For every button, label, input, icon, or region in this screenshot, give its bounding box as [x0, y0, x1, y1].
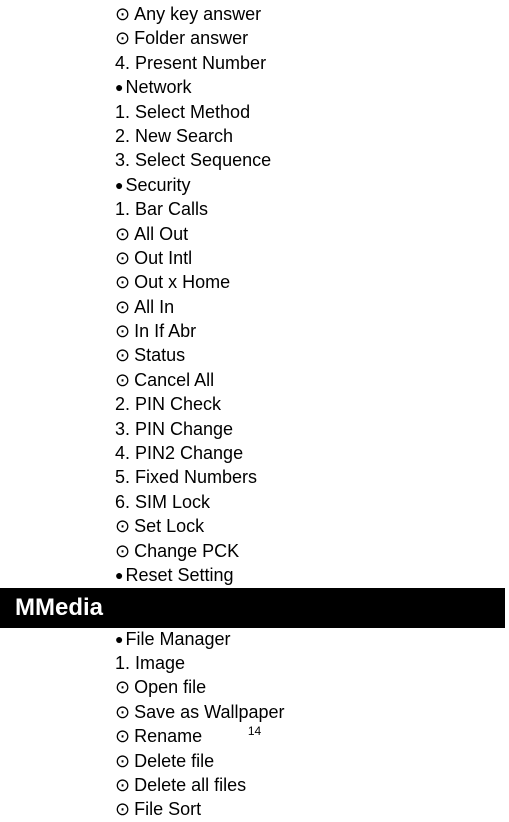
list-item: 4. PIN2 Change: [115, 442, 509, 465]
list-item: All In: [115, 296, 509, 319]
item-text: Any key answer: [134, 3, 261, 26]
list-item: Change PCK: [115, 540, 509, 563]
item-text: Folder answer: [134, 27, 248, 50]
circle-dot-icon: [115, 271, 134, 294]
list-item: Reset Setting: [115, 564, 509, 587]
list-item: All Out: [115, 223, 509, 246]
item-text: Save as Wallpaper: [134, 701, 284, 724]
list-item: Network: [115, 76, 509, 99]
item-text: In If Abr: [134, 320, 196, 343]
circle-dot-icon: [115, 27, 134, 50]
circle-dot-icon: [115, 515, 134, 538]
item-text: Open file: [134, 676, 206, 699]
menu-list-1: Any key answerFolder answer4. Present Nu…: [115, 3, 509, 587]
page-content: Any key answerFolder answer4. Present Nu…: [0, 0, 509, 822]
circle-dot-icon: [115, 3, 134, 26]
item-text: Reset Setting: [125, 564, 233, 587]
item-text: Status: [134, 344, 185, 367]
list-item: Out Intl: [115, 247, 509, 270]
circle-dot-icon: [115, 540, 134, 563]
list-item: Save as Wallpaper: [115, 701, 509, 724]
filled-bullet-icon: [115, 174, 125, 197]
list-item: 1. Bar Calls: [115, 198, 509, 221]
list-item: 2. New Search: [115, 125, 509, 148]
circle-dot-icon: [115, 344, 134, 367]
item-text: File Manager: [125, 628, 230, 651]
item-text: Set Lock: [134, 515, 204, 538]
list-item: Folder answer: [115, 27, 509, 50]
filled-bullet-icon: [115, 76, 125, 99]
item-text: Security: [125, 174, 190, 197]
circle-dot-icon: [115, 676, 134, 699]
item-text: Out Intl: [134, 247, 192, 270]
circle-dot-icon: [115, 369, 134, 392]
list-item: Delete file: [115, 750, 509, 773]
item-text: Change PCK: [134, 540, 239, 563]
filled-bullet-icon: [115, 628, 125, 651]
item-text: Out x Home: [134, 271, 230, 294]
section-header-mmedia: MMedia: [0, 588, 505, 627]
list-item: 1. Select Method: [115, 101, 509, 124]
list-item: 3. Select Sequence: [115, 149, 509, 172]
list-item: In If Abr: [115, 320, 509, 343]
list-item: Security: [115, 174, 509, 197]
list-item: Delete all files: [115, 774, 509, 797]
list-item: File Manager: [115, 628, 509, 651]
circle-dot-icon: [115, 320, 134, 343]
circle-dot-icon: [115, 223, 134, 246]
list-item: Set Lock: [115, 515, 509, 538]
item-text: Delete all files: [134, 774, 246, 797]
list-item: Cancel All: [115, 369, 509, 392]
filled-bullet-icon: [115, 564, 125, 587]
list-item: 5. Fixed Numbers: [115, 466, 509, 489]
page-number: 14: [0, 724, 509, 740]
circle-dot-icon: [115, 296, 134, 319]
list-item: 3. PIN Change: [115, 418, 509, 441]
list-item: 2. PIN Check: [115, 393, 509, 416]
circle-dot-icon: [115, 798, 134, 821]
circle-dot-icon: [115, 247, 134, 270]
circle-dot-icon: [115, 774, 134, 797]
circle-dot-icon: [115, 701, 134, 724]
list-item: Any key answer: [115, 3, 509, 26]
item-text: All Out: [134, 223, 188, 246]
list-item: File Sort: [115, 798, 509, 821]
list-item: Status: [115, 344, 509, 367]
list-item: 6. SIM Lock: [115, 491, 509, 514]
item-text: Network: [125, 76, 191, 99]
list-item: Open file: [115, 676, 509, 699]
list-item: Out x Home: [115, 271, 509, 294]
item-text: Cancel All: [134, 369, 214, 392]
item-text: Delete file: [134, 750, 214, 773]
list-item: 1. Image: [115, 652, 509, 675]
list-item: 4. Present Number: [115, 52, 509, 75]
item-text: File Sort: [134, 798, 201, 821]
item-text: All In: [134, 296, 174, 319]
circle-dot-icon: [115, 750, 134, 773]
